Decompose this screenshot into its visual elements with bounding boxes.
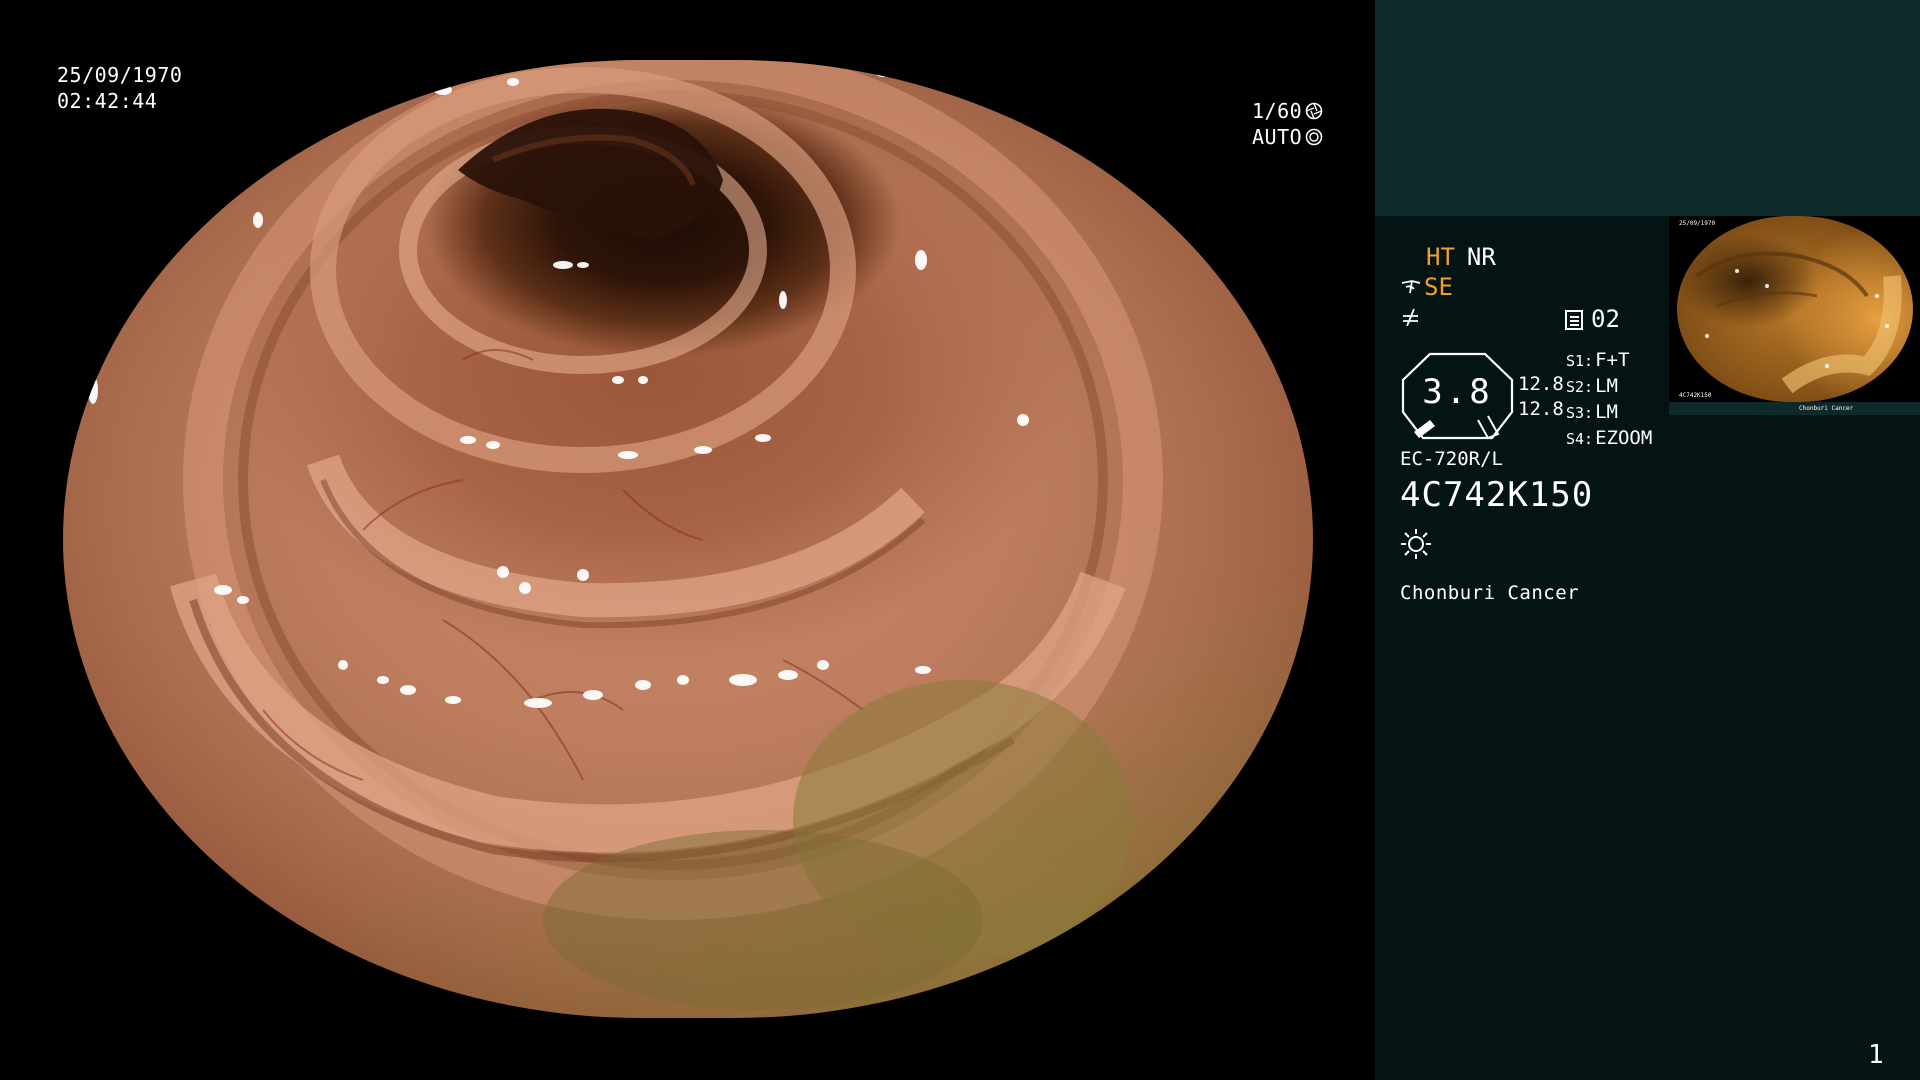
mode-se: SE [1424, 273, 1453, 301]
thumbnail-info-bar [1669, 402, 1920, 415]
thumbnail-hospital: Chonburi Cancer [1799, 405, 1854, 412]
exam-date: 25/09/1970 [57, 63, 183, 87]
memory-icon [1565, 310, 1583, 330]
range-values: 12.8 12.8 [1518, 372, 1564, 422]
aperture-icon [1305, 102, 1323, 120]
function-row [1400, 306, 1422, 334]
exam-datetime: 25/09/1970 02:42:44 [57, 62, 182, 114]
range-value-upper: 12.8 [1518, 373, 1564, 395]
memory-number: 02 [1591, 305, 1620, 333]
switch-setting-s2: S2: LM [1566, 375, 1618, 397]
capture-thumbnail[interactable]: 25/09/1970 4C742K150 Chonburi Cancer [1669, 216, 1920, 415]
zoom-value: 3.8 [1422, 372, 1493, 412]
image-mode-row: HT NR [1426, 243, 1496, 271]
switch-setting-s1: S1: F+T [1566, 349, 1630, 371]
thumbnail-date: 25/09/1970 [1679, 220, 1716, 227]
switch-setting-s4: S4: EZOOM [1566, 427, 1653, 449]
light-source-icon [1401, 529, 1431, 559]
memory-row: 02 [1565, 305, 1620, 333]
exposure-mode: AUTO [1252, 125, 1303, 149]
switch-settings: S1: F+T S2: LM S3: LM S4: EZOOM [1566, 348, 1652, 452]
mode-nr: NR [1466, 243, 1496, 271]
function-icon [1403, 308, 1418, 327]
mode-ht: HT [1426, 243, 1455, 271]
info-panel-header [1375, 0, 1920, 216]
scope-model: EC-720R/L [1400, 448, 1503, 470]
endoscopic-image [63, 60, 1313, 1018]
thumbnail-image [1677, 216, 1913, 402]
shutter-speed: 1/60 [1252, 99, 1303, 123]
endoscopic-image-detail [88, 60, 1163, 1010]
exam-time: 02:42:44 [57, 89, 158, 113]
range-value-lower: 12.8 [1518, 398, 1564, 420]
switch-setting-s3: S3: LM [1566, 401, 1618, 423]
scope-serial: 4C742K150 [1400, 475, 1594, 515]
page-number: 1 [1868, 1040, 1884, 1070]
thumbnail-serial: 4C742K150 [1679, 392, 1712, 399]
thumbnail-image-detail [1695, 251, 1902, 394]
endoscopy-screen: 25/09/1970 02:42:44 1/60 AUTO HT NR SE 0… [0, 0, 1920, 1080]
structure-enhance-row: SE [1400, 273, 1453, 301]
hospital-name: Chonburi Cancer [1400, 582, 1580, 604]
exposure-auto-icon [1305, 128, 1323, 146]
exposure-settings: 1/60 AUTO [1252, 98, 1323, 150]
scope-icon [1401, 280, 1421, 294]
